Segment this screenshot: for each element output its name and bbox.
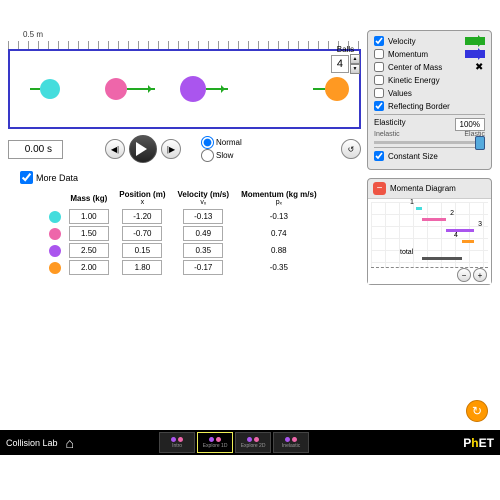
- balls-label: Balls: [337, 45, 354, 54]
- table-row: 2.00 1.80 -0.17 -0.35: [46, 259, 322, 276]
- ball-1[interactable]: [40, 79, 60, 99]
- collapse-button[interactable]: −: [373, 182, 386, 195]
- collision-arena[interactable]: [8, 49, 361, 129]
- time-display: 0.00 s: [8, 140, 63, 159]
- momenta-diagram-panel: − Momenta Diagram 1 2 3 4 total − +: [367, 178, 492, 285]
- speed-slow-radio[interactable]: Slow: [201, 149, 242, 162]
- ball-2[interactable]: [105, 78, 127, 100]
- data-table: Mass (kg) Position (m)x Velocity (m/s)vₓ…: [46, 188, 322, 276]
- col-momentum: Momentum (kg m/s)pₓ: [235, 188, 323, 208]
- reset-all-button[interactable]: ↻: [466, 400, 488, 422]
- elasticity-value: 100%: [455, 118, 485, 131]
- ball-color-dot: [49, 228, 61, 240]
- tab-explore-1d[interactable]: Explore 1D: [197, 432, 233, 453]
- velocity-input[interactable]: -0.13: [183, 209, 223, 224]
- velocity-arrow-2[interactable]: [127, 88, 155, 90]
- elasticity-slider[interactable]: [374, 141, 485, 144]
- balls-decrement[interactable]: ▼: [350, 64, 360, 74]
- speed-normal-radio[interactable]: Normal: [201, 136, 242, 149]
- table-row: 1.50 -0.70 0.49 0.74: [46, 225, 322, 242]
- step-back-button[interactable]: ◀|: [105, 139, 125, 159]
- speed-normal-label: Normal: [216, 138, 242, 147]
- col-position: Position (m)x: [113, 188, 171, 208]
- reflecting-checkbox[interactable]: Reflecting Border: [374, 101, 485, 111]
- com-checkbox[interactable]: Center of Mass✖: [374, 62, 485, 72]
- phet-logo[interactable]: PhET: [463, 436, 494, 450]
- zoom-in-button[interactable]: +: [473, 268, 487, 282]
- ball-color-dot: [49, 211, 61, 223]
- velocity-arrow-1[interactable]: [30, 88, 40, 90]
- balls-increment[interactable]: ▲: [350, 54, 360, 64]
- table-row: 1.00 -1.20 -0.13 -0.13: [46, 208, 322, 225]
- elasticity-label: Elasticity: [374, 118, 406, 131]
- momentum-value: -0.13: [270, 212, 288, 221]
- col-mass: Mass (kg): [64, 188, 113, 208]
- ball-color-dot: [49, 262, 61, 274]
- momenta-diagram: 1 2 3 4 total − +: [368, 199, 491, 284]
- ball-4[interactable]: [325, 77, 349, 101]
- restart-button[interactable]: ↺: [341, 139, 361, 159]
- sim-title: Collision Lab: [6, 438, 58, 448]
- momenta-diagram-title: Momenta Diagram: [390, 184, 456, 193]
- ball-color-dot: [49, 245, 61, 257]
- home-icon[interactable]: ⌂: [66, 435, 74, 451]
- step-forward-button[interactable]: |▶: [161, 139, 181, 159]
- velocity-input[interactable]: -0.17: [183, 260, 223, 275]
- ruler-label: 0.5 m: [23, 30, 361, 39]
- momentum-value: 0.74: [271, 229, 287, 238]
- speed-slow-label: Slow: [216, 151, 233, 160]
- ruler-ticks: [8, 41, 361, 49]
- options-panel: Velocity Momentum Center of Mass✖ Kineti…: [367, 30, 492, 170]
- tab-inelastic[interactable]: Inelastic: [273, 432, 309, 453]
- arrow-icon: [465, 50, 485, 58]
- ball-3[interactable]: [180, 76, 206, 102]
- col-velocity: Velocity (m/s)vₓ: [171, 188, 235, 208]
- momentum-value: 0.88: [271, 246, 287, 255]
- velocity-arrow-4[interactable]: [313, 88, 325, 90]
- more-data-label: More Data: [36, 173, 78, 183]
- position-input[interactable]: 1.80: [122, 260, 162, 275]
- tab-explore-2d[interactable]: Explore 2D: [235, 432, 271, 453]
- navigation-bar: Collision Lab ⌂ Intro Explore 1D Explore…: [0, 430, 500, 455]
- more-data-checkbox[interactable]: More Data: [20, 171, 361, 184]
- constant-size-checkbox[interactable]: Constant Size: [374, 151, 485, 161]
- tab-intro[interactable]: Intro: [159, 432, 195, 453]
- position-input[interactable]: 0.15: [122, 243, 162, 258]
- balls-count: 4: [331, 55, 349, 73]
- mass-input[interactable]: 2.50: [69, 243, 109, 258]
- velocity-input[interactable]: 0.49: [183, 226, 223, 241]
- mass-input[interactable]: 1.50: [69, 226, 109, 241]
- mass-input[interactable]: 2.00: [69, 260, 109, 275]
- play-button[interactable]: [129, 135, 157, 163]
- ke-checkbox[interactable]: Kinetic Energy: [374, 75, 485, 85]
- x-icon: ✖: [475, 62, 485, 72]
- position-input[interactable]: -0.70: [122, 226, 162, 241]
- table-row: 2.50 0.15 0.35 0.88: [46, 242, 322, 259]
- velocity-input[interactable]: 0.35: [183, 243, 223, 258]
- momentum-checkbox[interactable]: Momentum: [374, 49, 485, 59]
- zoom-out-button[interactable]: −: [457, 268, 471, 282]
- momentum-value: -0.35: [270, 263, 288, 272]
- mass-input[interactable]: 1.00: [69, 209, 109, 224]
- position-input[interactable]: -1.20: [122, 209, 162, 224]
- values-checkbox[interactable]: Values: [374, 88, 485, 98]
- velocity-checkbox[interactable]: Velocity: [374, 36, 485, 46]
- arrow-icon: [465, 37, 485, 45]
- velocity-arrow-3[interactable]: [206, 88, 228, 90]
- slider-thumb[interactable]: [475, 136, 485, 150]
